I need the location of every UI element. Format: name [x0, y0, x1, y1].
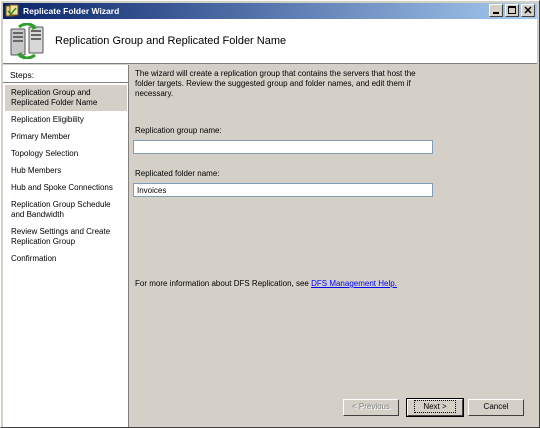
maximize-icon [508, 6, 516, 14]
step-item: Hub Members [11, 166, 62, 175]
maximize-button[interactable] [505, 4, 519, 17]
steps-heading: Steps: [3, 65, 129, 83]
step-item: Hub and Spoke Connections [11, 183, 113, 192]
steps-list: Replication Group and Replicated Folder … [5, 85, 127, 268]
step-item: Confirmation [11, 254, 57, 263]
replication-wizard-icon [9, 22, 45, 60]
folder-name-label: Replicated folder name: [135, 169, 220, 178]
steps-sidebar: Steps: Replication Group and Replicated … [3, 65, 129, 427]
minimize-button[interactable] [489, 4, 503, 17]
close-icon [524, 6, 532, 14]
wizard-window: Replicate Folder Wizard Replication Grou… [0, 0, 540, 428]
more-info-label: For more information about DFS Replicati… [135, 279, 309, 288]
title-bar[interactable]: Replicate Folder Wizard [3, 3, 537, 19]
group-name-field[interactable] [133, 140, 433, 154]
dfs-help-link[interactable]: DFS Management Help. [311, 279, 397, 288]
step-item: Topology Selection [11, 149, 79, 158]
more-info-text: For more information about DFS Replicati… [135, 279, 397, 288]
step-item: Review Settings and Create Replication G… [11, 227, 111, 246]
wizard-content: The wizard will create a replication gro… [131, 65, 537, 391]
step-item: Primary Member [11, 132, 71, 141]
next-button[interactable]: Next > [406, 398, 464, 417]
folder-name-field[interactable] [133, 183, 433, 197]
wizard-header: Replication Group and Replicated Folder … [3, 19, 537, 64]
wizard-app-icon [5, 4, 19, 18]
page-title: Replication Group and Replicated Folder … [55, 35, 287, 47]
step-item: Replication Group Schedule and Bandwidth [11, 200, 111, 219]
cancel-button[interactable]: Cancel [468, 399, 524, 416]
window-title: Replicate Folder Wizard [23, 6, 120, 16]
page-description: The wizard will create a replication gro… [135, 69, 416, 98]
close-button[interactable] [521, 4, 535, 17]
previous-button[interactable]: < Previous [343, 399, 399, 416]
next-button-label: Next > [414, 400, 456, 413]
step-item: Replication Eligibility [11, 115, 84, 124]
group-name-label: Replication group name: [135, 126, 222, 135]
step-item: Replication Group and Replicated Folder … [5, 85, 127, 111]
minimize-icon [493, 12, 499, 14]
caption-buttons [487, 4, 535, 17]
